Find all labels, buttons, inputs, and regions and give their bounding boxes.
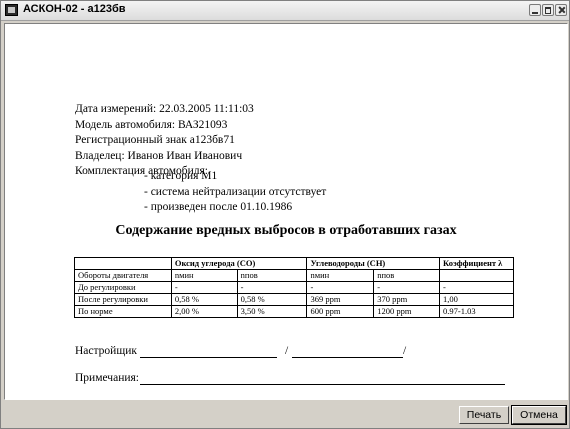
measurement-date: Дата измерений: 22.03.2005 11:11:03 — [75, 103, 254, 115]
cancel-button[interactable]: Отмена — [511, 405, 567, 425]
owner: Владелец: Иванов Иван Иванович — [75, 149, 243, 162]
report-page: Дата измерений: 22.03.2005 11:11:03 Моде… — [4, 23, 568, 400]
registration-plate: Регистрационный знак а123бв71 — [75, 134, 235, 146]
lambda-header: Коэффициент λ — [439, 257, 514, 270]
window-title: АСКОН-02 - а123бв — [23, 3, 126, 15]
table-cell: nмин — [170, 269, 238, 282]
table-cell: - — [306, 281, 375, 294]
table-row: После регулировки 0,58 % 0,58 % 369 ppm … — [74, 293, 514, 306]
adjuster-label: Настройщик — [75, 345, 137, 357]
table-cell — [74, 257, 172, 270]
table-cell: 3,50 % — [236, 305, 308, 318]
table-subheader-row: Обороты двигателя nмин nпов nмин nпов — [74, 269, 514, 282]
notes-line — [140, 384, 505, 385]
maximize-button[interactable] — [542, 4, 554, 16]
report-title: Содержание вредных выбросов в отработавш… — [115, 223, 457, 238]
table-cell: nпов — [236, 269, 308, 282]
vehicle-info: Дата измерений: 22.03.2005 11:11:03 Моде… — [75, 102, 254, 180]
emissions-table: Оксид углерода (СО) Углеводороды (СН) Ко… — [74, 257, 514, 318]
table-cell: 0,58 % — [170, 293, 238, 306]
table-cell: - — [236, 281, 308, 294]
co-header: Оксид углерода (СО) — [170, 257, 308, 270]
table-cell: До регулировки — [74, 281, 172, 294]
slash-right: / — [403, 345, 407, 357]
adjuster-signature-line — [140, 357, 277, 358]
equipment-item: - система нейтрализации отсутствует — [144, 185, 327, 198]
table-cell: После регулировки — [74, 293, 172, 306]
vehicle-model: Модель автомобиля: ВАЗ21093 — [75, 118, 228, 131]
ch-header: Углеводороды (СН) — [306, 257, 441, 270]
table-cell: 1,00 — [439, 293, 514, 306]
title-bar[interactable]: АСКОН-02 - а123бв — [1, 1, 569, 21]
table-cell: 369 ppm — [306, 293, 375, 306]
table-cell: Обороты двигателя — [74, 269, 172, 282]
table-cell: - — [373, 281, 441, 294]
adjuster-name-line — [292, 357, 403, 358]
table-cell: - — [170, 281, 238, 294]
table-cell: - — [439, 281, 514, 294]
table-cell: 2,00 % — [170, 305, 238, 318]
equipment-item: - произведен после 01.10.1986 — [144, 201, 293, 213]
equipment-list: - категория М1 - система нейтрализации о… — [144, 169, 326, 216]
report-window: АСКОН-02 - а123бв Дата измерений: 22.03.… — [0, 0, 570, 429]
notes-label: Примечания: — [75, 372, 139, 384]
equipment-item: - категория М1 — [144, 170, 218, 182]
table-row: По норме 2,00 % 3,50 % 600 ppm 1200 ppm … — [74, 305, 514, 318]
close-button[interactable] — [555, 4, 567, 16]
table-cell: nпов — [373, 269, 441, 282]
table-cell: 0.97-1.03 — [439, 305, 514, 318]
table-cell: 600 ppm — [306, 305, 375, 318]
table-header-row: Оксид углерода (СО) Углеводороды (СН) Ко… — [74, 257, 514, 270]
minimize-button[interactable] — [529, 4, 541, 16]
table-cell: 0,58 % — [236, 293, 308, 306]
table-cell: По норме — [74, 305, 172, 318]
table-row: До регулировки - - - - - — [74, 281, 514, 294]
table-cell — [439, 269, 514, 282]
table-cell: nмин — [306, 269, 375, 282]
print-button[interactable]: Печать — [459, 406, 509, 424]
app-icon — [5, 4, 18, 16]
table-cell: 1200 ppm — [373, 305, 441, 318]
slash-left: / — [285, 345, 289, 357]
table-cell: 370 ppm — [373, 293, 441, 306]
